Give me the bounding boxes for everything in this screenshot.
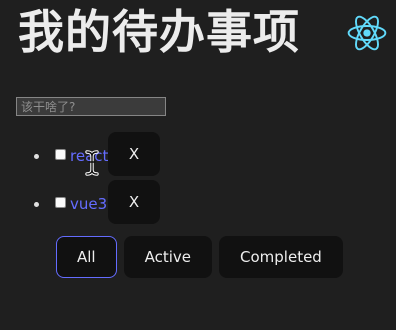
new-todo-input[interactable] bbox=[16, 97, 166, 116]
todo-label[interactable]: vue3 bbox=[70, 195, 107, 213]
todo-list: react X vue3 X bbox=[34, 132, 160, 228]
delete-todo-button[interactable]: X bbox=[108, 180, 160, 224]
todo-checkbox[interactable] bbox=[55, 148, 66, 160]
filter-active-button[interactable]: Active bbox=[123, 236, 213, 278]
todo-checkbox[interactable] bbox=[55, 196, 66, 208]
filter-bar: All Active Completed bbox=[56, 236, 350, 278]
todo-item: vue3 X bbox=[34, 180, 160, 228]
page-title: 我的待办事项 bbox=[18, 5, 300, 59]
text-cursor-icon bbox=[85, 150, 99, 176]
filter-all-button[interactable]: All bbox=[56, 236, 117, 278]
filter-completed-button[interactable]: Completed bbox=[219, 236, 343, 278]
list-bullet bbox=[34, 201, 39, 207]
app-header: 我的待办事项 bbox=[18, 2, 300, 62]
list-bullet bbox=[34, 153, 39, 159]
react-logo-icon bbox=[347, 15, 387, 51]
delete-todo-button[interactable]: X bbox=[108, 132, 160, 176]
